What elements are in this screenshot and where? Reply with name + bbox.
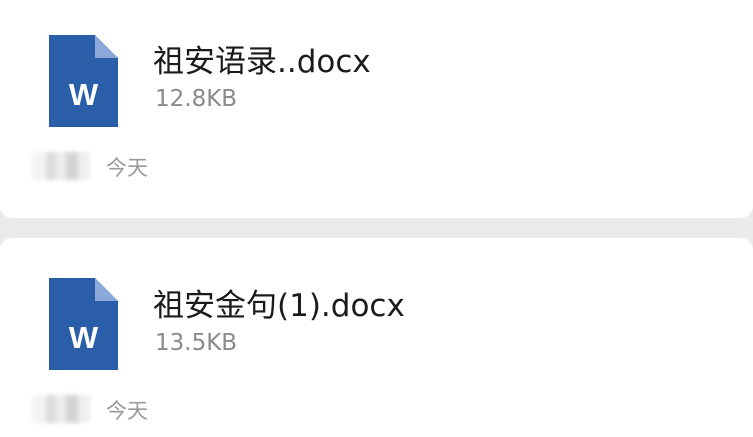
svg-text:W: W — [69, 320, 99, 355]
blurred-sender-avatar — [32, 395, 90, 423]
file-name: 祖安金句(1).docx — [153, 288, 405, 324]
file-name: 祖安语录..docx — [153, 44, 371, 80]
file-card[interactable]: W 祖安金句(1).docx 13.5KB 今天 — [0, 238, 753, 437]
svg-text:W: W — [69, 77, 99, 112]
word-doc-icon: W — [49, 35, 118, 127]
date-label: 今天 — [106, 399, 148, 423]
date-label: 今天 — [106, 156, 148, 180]
blurred-sender-avatar — [32, 152, 90, 180]
word-doc-icon: W — [49, 278, 118, 370]
file-card[interactable]: W 祖安语录..docx 12.8KB 今天 — [0, 0, 753, 218]
file-size: 12.8KB — [155, 86, 238, 112]
file-size: 13.5KB — [155, 330, 238, 356]
